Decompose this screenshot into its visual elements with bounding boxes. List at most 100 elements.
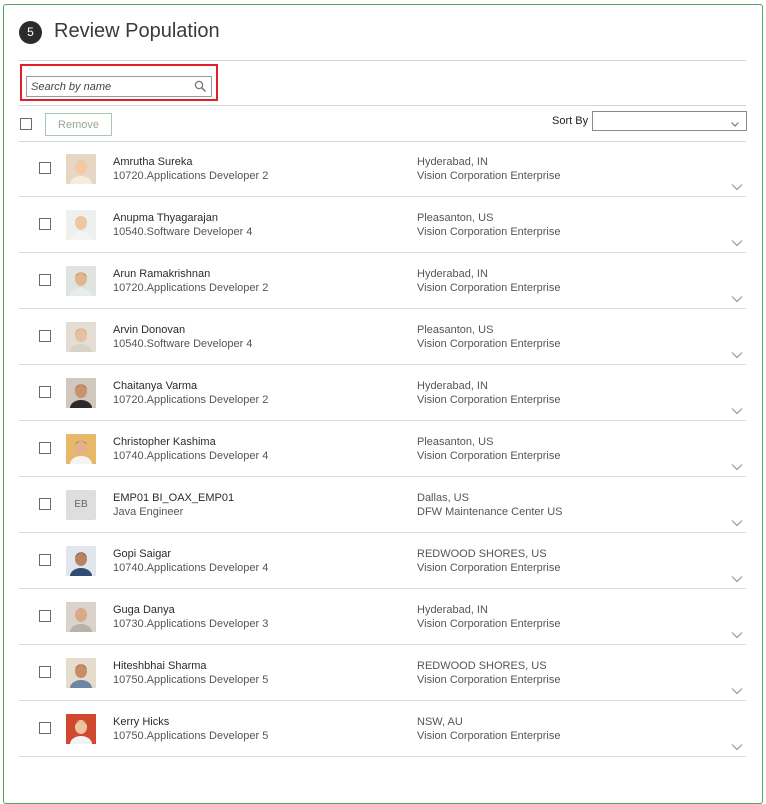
person-location: Pleasanton, US xyxy=(417,212,494,224)
person-location: REDWOOD SHORES, US xyxy=(417,660,547,672)
row-checkbox[interactable] xyxy=(39,386,51,398)
search-icon[interactable] xyxy=(194,80,207,93)
person-name[interactable]: Amrutha Sureka xyxy=(113,156,192,168)
list-item[interactable]: Christopher Kashima 10740.Applications D… xyxy=(19,421,746,477)
person-job: 10540.Software Developer 4 xyxy=(113,226,253,238)
list-item[interactable]: EB EMP01 BI_OAX_EMP01 Java Engineer Dall… xyxy=(19,477,746,533)
expand-chevron-icon[interactable] xyxy=(731,290,743,303)
row-checkbox[interactable] xyxy=(39,442,51,454)
row-checkbox[interactable] xyxy=(39,218,51,230)
page-title: Review Population xyxy=(54,20,220,42)
sort-by-label: Sort By xyxy=(552,115,589,127)
person-name[interactable]: Chaitanya Varma xyxy=(113,380,197,392)
person-organization: Vision Corporation Enterprise xyxy=(417,562,561,574)
person-location: Hyderabad, IN xyxy=(417,268,488,280)
avatar: EB xyxy=(66,490,96,520)
list-item[interactable]: Arun Ramakrishnan 10720.Applications Dev… xyxy=(19,253,746,309)
person-name[interactable]: Guga Danya xyxy=(113,604,175,616)
expand-chevron-icon[interactable] xyxy=(731,514,743,527)
person-name[interactable]: Gopi Saigar xyxy=(113,548,171,560)
search-field[interactable] xyxy=(26,76,212,97)
person-location: Dallas, US xyxy=(417,492,469,504)
person-location: Hyderabad, IN xyxy=(417,380,488,392)
list-item[interactable]: Hiteshbhai Sharma 10750.Applications Dev… xyxy=(19,645,746,701)
person-name[interactable]: Kerry Hicks xyxy=(113,716,169,728)
avatar xyxy=(66,434,96,464)
chevron-down-icon xyxy=(730,116,740,127)
expand-chevron-icon[interactable] xyxy=(731,234,743,247)
remove-button[interactable]: Remove xyxy=(45,113,112,136)
person-organization: Vision Corporation Enterprise xyxy=(417,338,561,350)
row-checkbox[interactable] xyxy=(39,722,51,734)
person-organization: Vision Corporation Enterprise xyxy=(417,226,561,238)
expand-chevron-icon[interactable] xyxy=(731,178,743,191)
expand-chevron-icon[interactable] xyxy=(731,738,743,751)
person-name[interactable]: EMP01 BI_OAX_EMP01 xyxy=(113,492,234,504)
person-organization: DFW Maintenance Center US xyxy=(417,506,563,518)
list-item[interactable]: Gopi Saigar 10740.Applications Developer… xyxy=(19,533,746,589)
sort-by-select[interactable] xyxy=(592,111,747,131)
list-item[interactable]: Guga Danya 10730.Applications Developer … xyxy=(19,589,746,645)
person-organization: Vision Corporation Enterprise xyxy=(417,394,561,406)
person-organization: Vision Corporation Enterprise xyxy=(417,450,561,462)
person-name[interactable]: Hiteshbhai Sharma xyxy=(113,660,207,672)
person-location: NSW, AU xyxy=(417,716,463,728)
row-checkbox[interactable] xyxy=(39,162,51,174)
row-checkbox[interactable] xyxy=(39,498,51,510)
select-all-checkbox[interactable] xyxy=(20,118,32,130)
list-item[interactable]: Amrutha Sureka 10720.Applications Develo… xyxy=(19,141,746,197)
expand-chevron-icon[interactable] xyxy=(731,682,743,695)
person-name[interactable]: Christopher Kashima xyxy=(113,436,216,448)
avatar xyxy=(66,602,96,632)
person-job: 10720.Applications Developer 2 xyxy=(113,170,269,182)
search-input[interactable] xyxy=(27,77,191,97)
avatar xyxy=(66,378,96,408)
person-name[interactable]: Anupma Thyagarajan xyxy=(113,212,218,224)
avatar xyxy=(66,658,96,688)
person-job: Java Engineer xyxy=(113,506,184,518)
avatar xyxy=(66,322,96,352)
row-checkbox[interactable] xyxy=(39,610,51,622)
person-job: 10720.Applications Developer 2 xyxy=(113,394,269,406)
row-checkbox[interactable] xyxy=(39,330,51,342)
list-item[interactable]: Anupma Thyagarajan 10540.Software Develo… xyxy=(19,197,746,253)
person-job: 10740.Applications Developer 4 xyxy=(113,450,269,462)
person-job: 10740.Applications Developer 4 xyxy=(113,562,269,574)
person-name[interactable]: Arvin Donovan xyxy=(113,324,185,336)
avatar xyxy=(66,546,96,576)
person-job: 10540.Software Developer 4 xyxy=(113,338,253,350)
person-organization: Vision Corporation Enterprise xyxy=(417,618,561,630)
person-job: 10750.Applications Developer 5 xyxy=(113,730,269,742)
person-organization: Vision Corporation Enterprise xyxy=(417,730,561,742)
row-checkbox[interactable] xyxy=(39,274,51,286)
list-item[interactable]: Kerry Hicks 10750.Applications Developer… xyxy=(19,701,746,757)
person-organization: Vision Corporation Enterprise xyxy=(417,674,561,686)
expand-chevron-icon[interactable] xyxy=(731,458,743,471)
population-list: Amrutha Sureka 10720.Applications Develo… xyxy=(19,141,746,757)
list-item[interactable]: Chaitanya Varma 10720.Applications Devel… xyxy=(19,365,746,421)
expand-chevron-icon[interactable] xyxy=(731,570,743,583)
expand-chevron-icon[interactable] xyxy=(731,346,743,359)
person-organization: Vision Corporation Enterprise xyxy=(417,170,561,182)
avatar xyxy=(66,266,96,296)
avatar xyxy=(66,154,96,184)
person-location: REDWOOD SHORES, US xyxy=(417,548,547,560)
toolbar-divider xyxy=(19,105,746,106)
list-item[interactable]: Arvin Donovan 10540.Software Developer 4… xyxy=(19,309,746,365)
person-location: Hyderabad, IN xyxy=(417,604,488,616)
person-job: 10750.Applications Developer 5 xyxy=(113,674,269,686)
title-divider xyxy=(19,60,746,61)
avatar xyxy=(66,210,96,240)
person-location: Hyderabad, IN xyxy=(417,156,488,168)
row-checkbox[interactable] xyxy=(39,666,51,678)
person-location: Pleasanton, US xyxy=(417,324,494,336)
person-name[interactable]: Arun Ramakrishnan xyxy=(113,268,210,280)
expand-chevron-icon[interactable] xyxy=(731,626,743,639)
person-job: 10720.Applications Developer 2 xyxy=(113,282,269,294)
row-checkbox[interactable] xyxy=(39,554,51,566)
person-organization: Vision Corporation Enterprise xyxy=(417,282,561,294)
person-location: Pleasanton, US xyxy=(417,436,494,448)
step-number-badge: 5 xyxy=(19,21,42,44)
expand-chevron-icon[interactable] xyxy=(731,402,743,415)
avatar xyxy=(66,714,96,744)
